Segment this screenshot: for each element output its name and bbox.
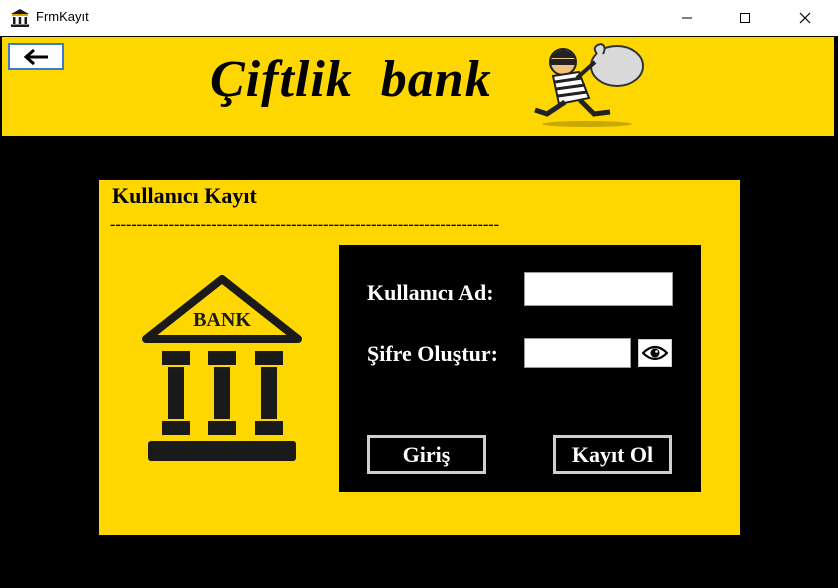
login-button[interactable]: Giriş — [367, 435, 486, 474]
minimize-button[interactable] — [664, 0, 710, 36]
minimize-icon — [682, 17, 692, 19]
register-button[interactable]: Kayıt Ol — [553, 435, 672, 474]
bank-logo-text: BANK — [193, 309, 251, 331]
bank-building-icon — [11, 9, 29, 27]
username-input[interactable] — [524, 272, 673, 306]
maximize-button[interactable] — [722, 0, 768, 36]
window-title: FrmKayıt — [36, 9, 89, 24]
close-icon — [799, 12, 811, 24]
maximize-icon — [740, 13, 750, 23]
thief-with-money-bag-icon — [534, 42, 644, 127]
close-button[interactable] — [782, 0, 828, 36]
password-input[interactable] — [524, 338, 631, 368]
password-label: Şifre Oluştur: — [367, 341, 498, 366]
eye-icon — [642, 345, 668, 361]
arrow-left-icon — [23, 48, 48, 65]
username-label: Kullanıcı Ad: — [367, 280, 494, 305]
bank-building-icon: BANK — [142, 275, 302, 461]
brand-title: Çiftlik bank — [210, 51, 492, 108]
show-password-button[interactable] — [638, 339, 672, 367]
title-divider: ----------------------------------------… — [110, 216, 499, 233]
window-titlebar: FrmKayıt — [0, 0, 838, 36]
panel-title: Kullanıcı Kayıt — [112, 183, 257, 208]
back-button[interactable] — [8, 43, 64, 70]
